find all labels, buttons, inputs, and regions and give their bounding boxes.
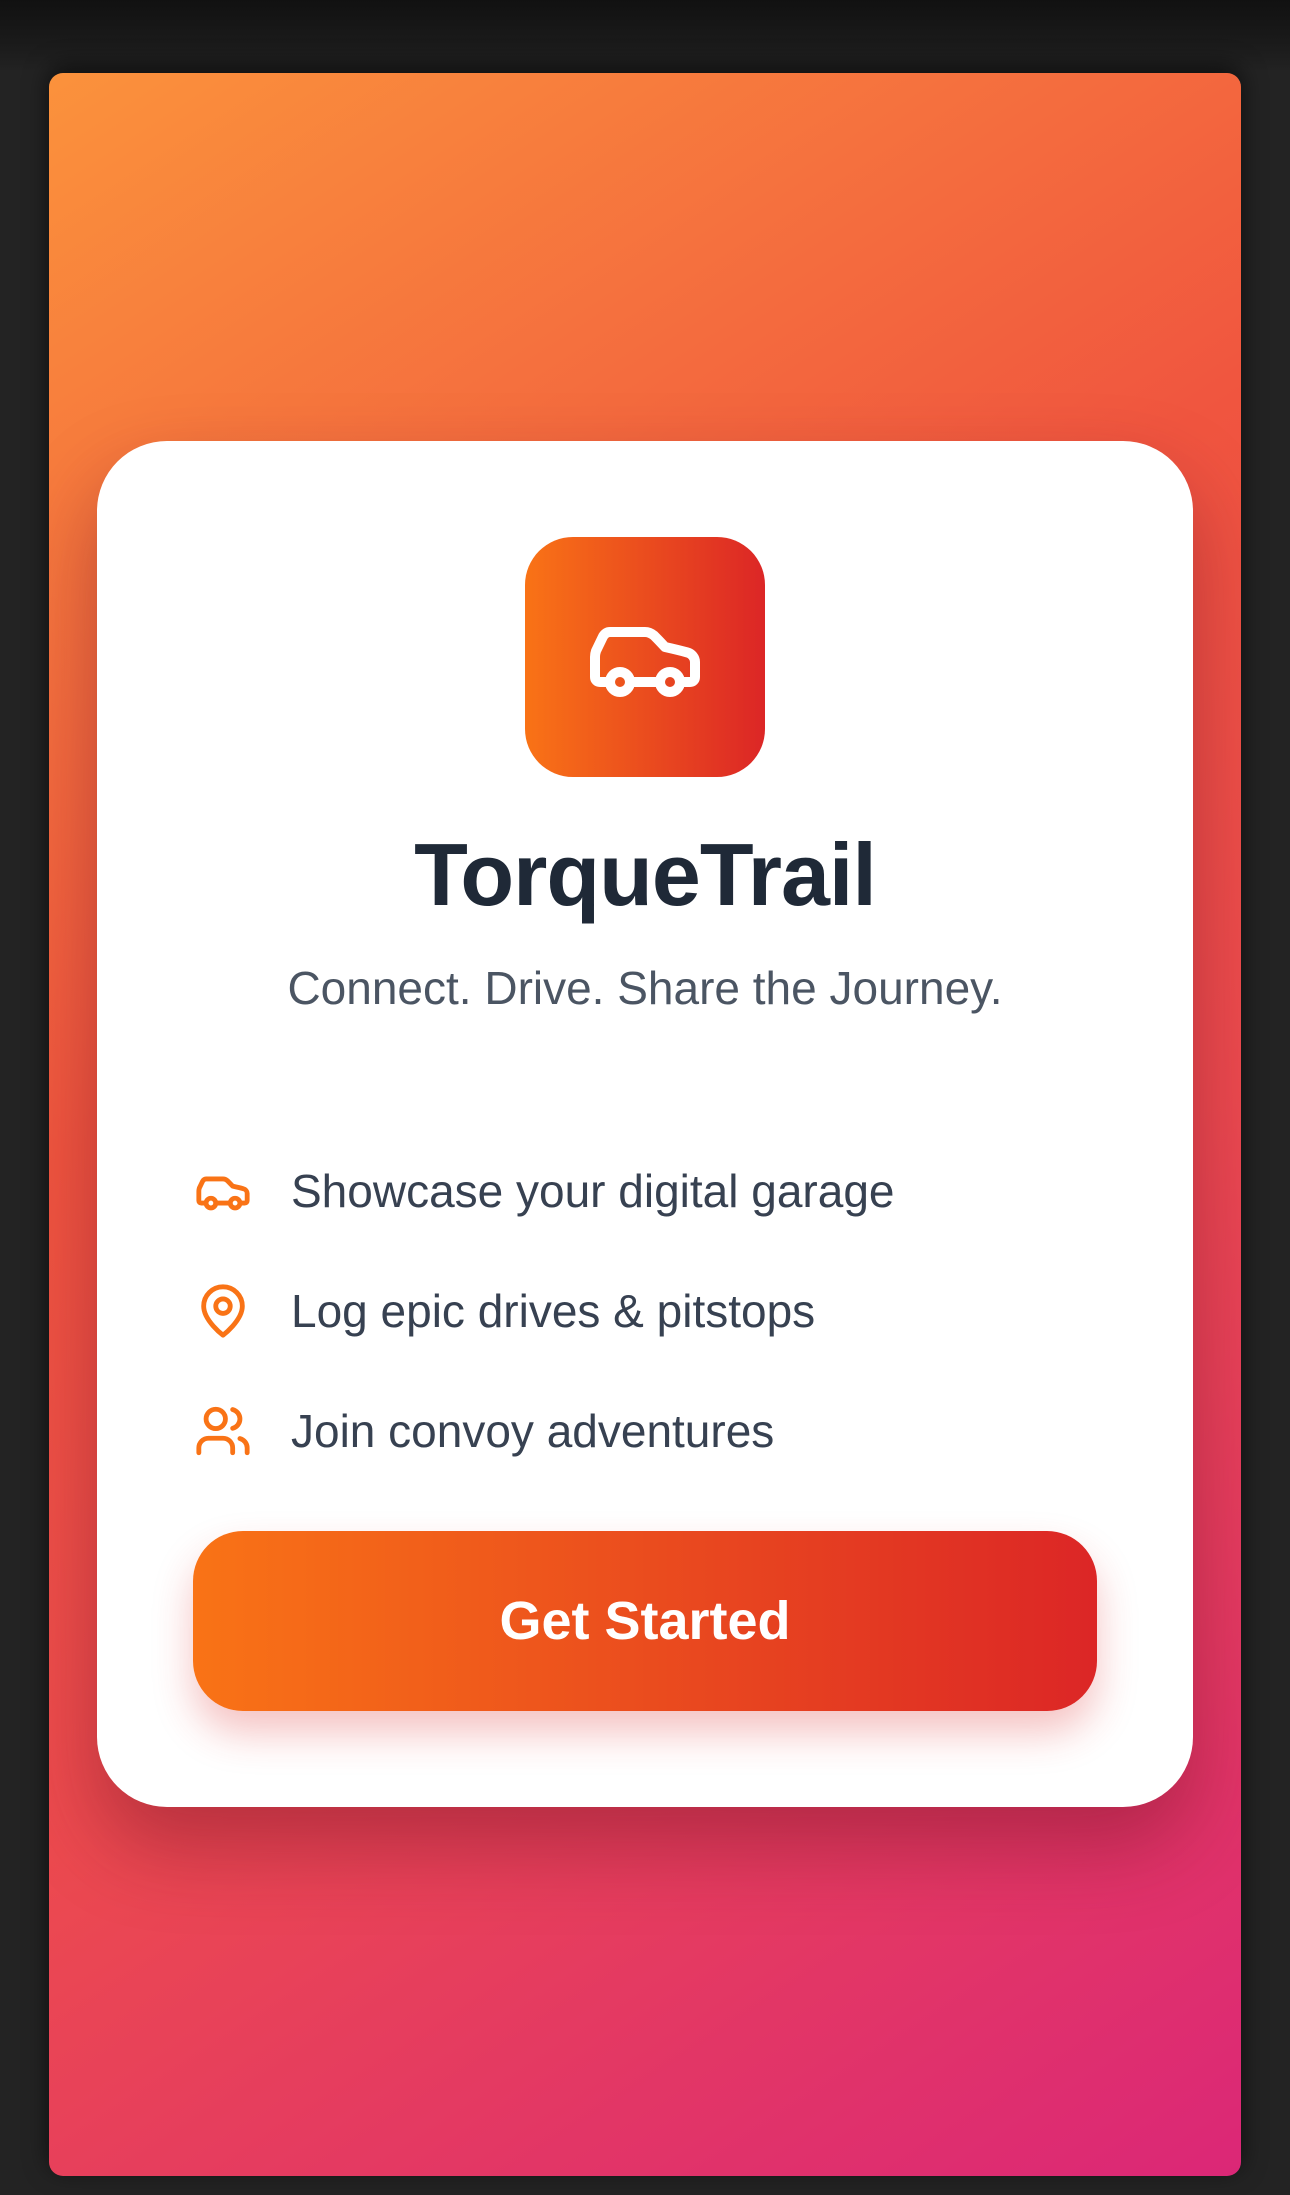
- app-title: TorqueTrail: [414, 825, 877, 924]
- welcome-card: TorqueTrail Connect. Drive. Share the Jo…: [97, 441, 1193, 1807]
- feature-item-convoy: Join convoy adventures: [193, 1371, 1093, 1491]
- car-icon: [193, 1161, 253, 1221]
- feature-list: Showcase your digital garage Log epic dr…: [193, 1131, 1093, 1491]
- map-pin-icon: [193, 1281, 253, 1341]
- feature-item-garage: Showcase your digital garage: [193, 1131, 1093, 1251]
- feature-label: Showcase your digital garage: [291, 1165, 895, 1217]
- app-tagline: Connect. Drive. Share the Journey.: [287, 962, 1003, 1014]
- users-icon: [193, 1401, 253, 1461]
- feature-label: Join convoy adventures: [291, 1405, 775, 1457]
- car-icon: [590, 627, 700, 697]
- get-started-button[interactable]: Get Started: [193, 1531, 1097, 1711]
- feature-item-drives: Log epic drives & pitstops: [193, 1251, 1093, 1371]
- welcome-screen: TorqueTrail Connect. Drive. Share the Jo…: [49, 73, 1241, 2176]
- app-logo: [525, 537, 765, 777]
- device-frame-top: [0, 0, 1290, 70]
- feature-label: Log epic drives & pitstops: [291, 1285, 816, 1337]
